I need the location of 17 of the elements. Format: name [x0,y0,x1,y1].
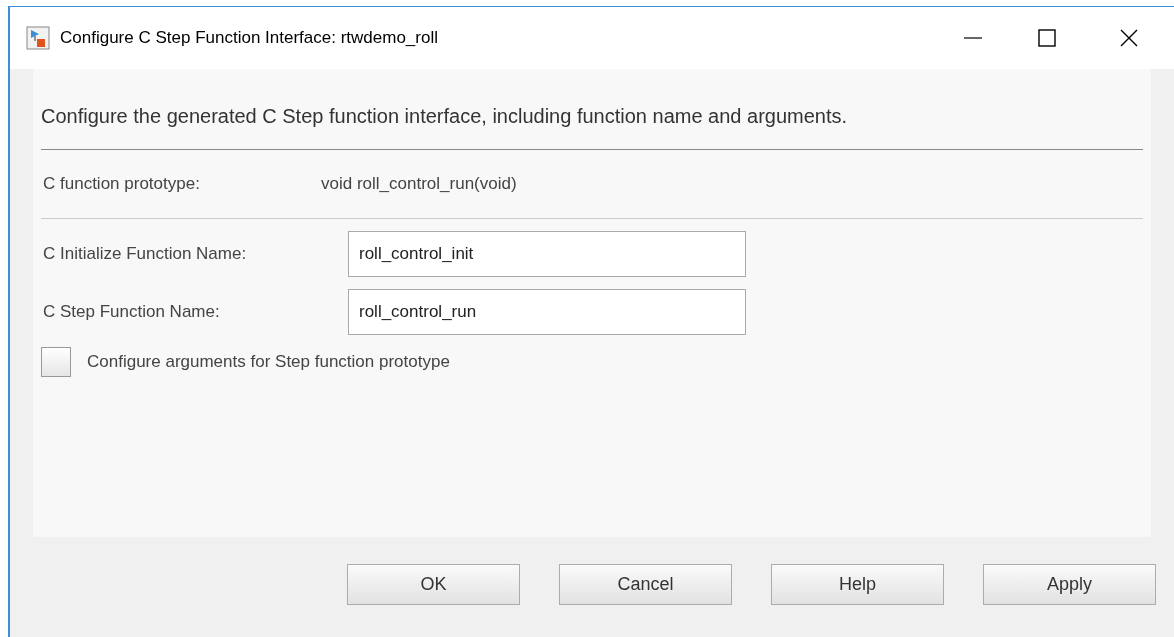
dialog-button[interactable]: Help [771,564,944,605]
prototype-value: void roll_control_run(void) [321,173,517,196]
dialog-button[interactable]: Apply [983,564,1156,605]
description-text: Configure the generated C Step function interface, including function name and arguments. [41,104,849,129]
dialog-button[interactable]: Cancel [559,564,732,605]
field-label: C Step Function Name: [42,301,221,324]
field-label: C Initialize Function Name: [42,243,248,266]
maximize-icon[interactable] [1037,28,1057,48]
model-icon [26,26,50,50]
prototype-label: C function prototype: [42,173,201,196]
close-icon[interactable] [1119,28,1139,48]
window-title: Configure C Step Function Interface: rtwdemo_roll [60,27,438,50]
input-field[interactable]: roll_control_run [348,289,746,335]
checkbox-label: Configure arguments for Step function prototype [87,351,450,374]
dialog-button[interactable]: OK [347,564,520,605]
input-field[interactable]: roll_control_init [348,231,746,277]
checkbox[interactable] [41,347,71,377]
